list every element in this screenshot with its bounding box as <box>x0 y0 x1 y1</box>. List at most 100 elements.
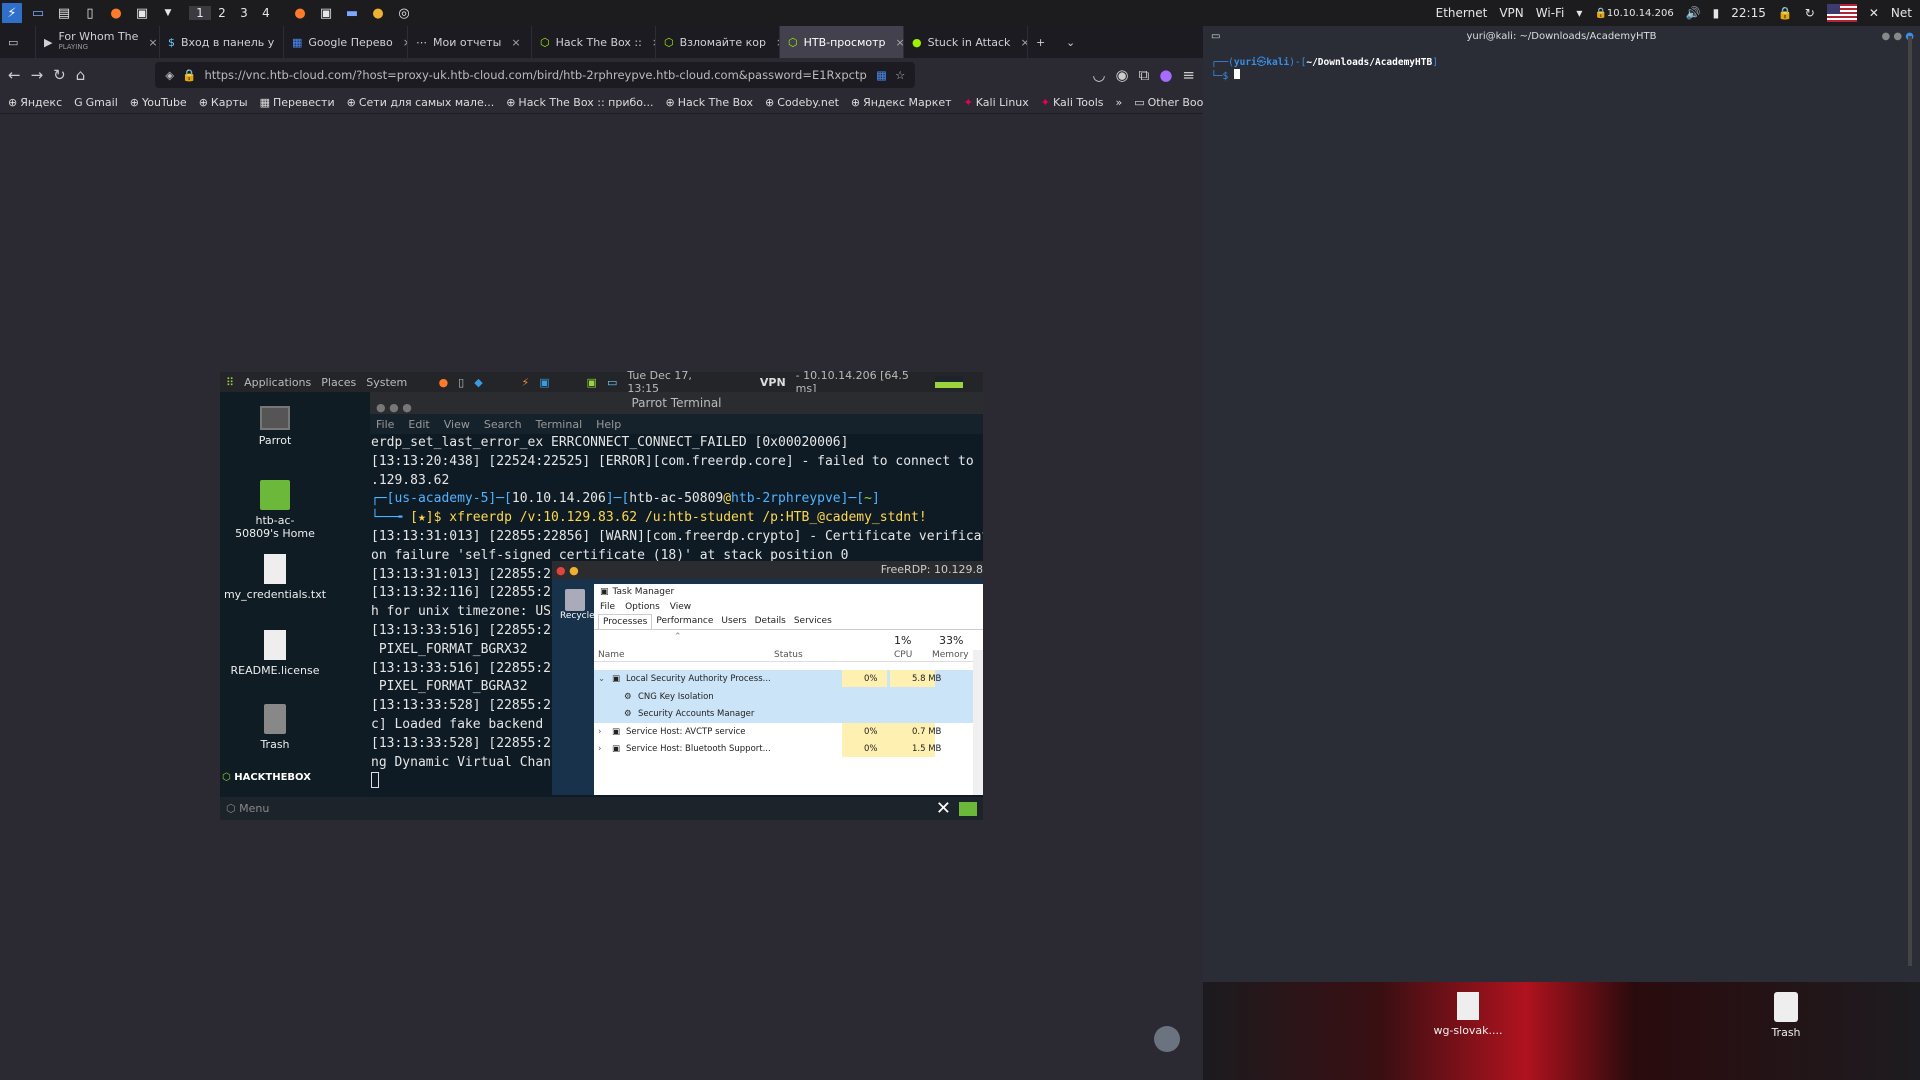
app-icon[interactable]: ▣ <box>539 376 549 389</box>
lock-icon[interactable]: 🔒 <box>1778 6 1793 20</box>
window-icon[interactable]: ▭ <box>607 376 617 389</box>
bookmark-gmail[interactable]: G Gmail <box>74 96 118 109</box>
process-row[interactable]: › ▣ Service Host: Bluetooth Support... 0% 1… <box>594 740 983 758</box>
chevron-down-icon[interactable]: ▼ <box>158 3 178 23</box>
task-manager-window[interactable]: ▣ Task Manager File Options View Processe… <box>594 584 983 795</box>
tab-list-icon[interactable]: ▭ <box>0 26 36 58</box>
shield-icon[interactable]: ◈ <box>165 68 174 82</box>
forward-icon[interactable]: → <box>31 66 44 84</box>
home-icon[interactable]: ⌂ <box>76 66 86 84</box>
tm-menu-view[interactable]: View <box>670 602 691 612</box>
close-icon[interactable]: × <box>896 36 904 49</box>
workspace-3[interactable]: 3 <box>233 6 255 20</box>
desktop-icon-credentials[interactable]: my_credentials.txt <box>210 554 340 601</box>
extensions-icon[interactable]: ⧉ <box>1139 66 1150 84</box>
col-name[interactable]: Name <box>598 650 625 660</box>
task-window-icon[interactable]: ▬ <box>342 3 362 23</box>
profile-icon[interactable]: ● <box>1159 66 1172 84</box>
url-bar[interactable]: ◈ 🔒 https://vnc.htb-cloud.com/?host=prox… <box>155 62 916 88</box>
mute-icon[interactable]: ✕ <box>1869 6 1879 20</box>
tab-htb[interactable]: ⬡Hack The Box ::× <box>532 26 656 58</box>
net-label[interactable]: Net <box>1891 6 1912 20</box>
bookmark-maps[interactable]: ⊕ Карты <box>199 96 248 109</box>
desktop-icon-parrot[interactable]: Parrot <box>210 406 340 447</box>
volume-icon[interactable]: 🔊 <box>1686 6 1701 20</box>
process-row[interactable]: ⚙ CNG Key Isolation <box>594 687 983 705</box>
col-memory[interactable]: Memory <box>932 650 969 660</box>
more-bookmarks-icon[interactable]: » <box>1115 96 1122 109</box>
workspace-1[interactable]: 1 <box>189 6 211 20</box>
tab-processes[interactable]: Processes <box>598 614 653 629</box>
tab-details[interactable]: Details <box>751 614 790 629</box>
ethernet-label[interactable]: Ethernet <box>1436 6 1488 20</box>
app-icon[interactable] <box>1154 1026 1180 1052</box>
refresh-icon[interactable]: ↻ <box>1805 6 1815 20</box>
desktop-icon-readme[interactable]: README.license <box>210 630 340 677</box>
bookmark-htb-tools[interactable]: ⊕ Hack The Box :: прибо... <box>506 96 653 109</box>
recycle-bin[interactable]: Recycle <box>560 589 595 621</box>
tab-music[interactable]: ▶ For Whom The PLAYING × <box>36 26 160 58</box>
close-icon[interactable]: × <box>511 36 520 49</box>
desktop-file-wg-slovak[interactable]: wg-slovak.... <box>1423 992 1513 1037</box>
wifi-icon[interactable]: ▾ <box>1576 6 1582 20</box>
bookmark-codeby[interactable]: ⊕ Codeby.net <box>765 96 839 109</box>
wifi-label[interactable]: Wi-Fi <box>1536 6 1565 20</box>
tab-reports[interactable]: ⋯ Мои отчеты × <box>408 26 532 58</box>
desktop-icon-home[interactable]: htb-ac-50809's Home <box>210 480 340 540</box>
url-text[interactable]: https://vnc.htb-cloud.com/?host=proxy-uk… <box>204 68 868 82</box>
close-icon[interactable]: × <box>148 36 157 49</box>
col-cpu[interactable]: CPU <box>894 650 912 660</box>
firefox-icon[interactable]: ● <box>106 3 126 23</box>
menu-places[interactable]: Places <box>321 376 356 389</box>
reload-icon[interactable]: ↻ <box>53 66 66 84</box>
terminal-menu-view[interactable]: View <box>444 418 470 431</box>
menu-applications[interactable]: Applications <box>244 376 311 389</box>
window-controls[interactable]: ● ● <box>556 562 579 580</box>
kali-menu-icon[interactable]: ⚡ <box>2 3 22 23</box>
new-tab-button[interactable]: + <box>1028 26 1058 58</box>
kali-terminal-window[interactable]: ▭ yuri@kali: ~/Downloads/AcademyHTB ● ● … <box>1203 26 1920 982</box>
tab-htb-view[interactable]: ⬡ HTB-просмотр × <box>780 26 904 58</box>
tab-panel[interactable]: $Вход в панель у× <box>160 26 284 58</box>
process-row[interactable]: ⚙ Security Accounts Manager <box>594 705 983 723</box>
desktop-icon-trash[interactable]: Trash <box>210 704 340 751</box>
pocket-icon[interactable]: ◡ <box>1092 66 1105 84</box>
task-terminal-icon[interactable]: ▣ <box>316 3 336 23</box>
translate-icon[interactable]: ▦ <box>876 68 887 82</box>
bookmark-kali-tools[interactable]: ✦ Kali Tools <box>1041 96 1104 109</box>
apps-grid-icon[interactable]: ⠿ <box>226 376 234 389</box>
tab-performance[interactable]: Performance <box>652 614 717 629</box>
workspace-2[interactable]: 2 <box>211 6 233 20</box>
bookmark-yandex[interactable]: ⊕ Яндекс <box>8 96 62 109</box>
task-firefox-icon[interactable]: ● <box>290 3 310 23</box>
scrollbar[interactable] <box>1908 36 1912 966</box>
menu-system[interactable]: System <box>366 376 407 389</box>
process-row[interactable]: ⌄ ▣ Local Security Authority Process... 0%… <box>594 670 983 688</box>
task-settings-icon[interactable]: ◎ <box>394 3 414 23</box>
desktop-trash[interactable]: Trash <box>1741 992 1831 1039</box>
terminal-menu-file[interactable]: File <box>376 418 394 431</box>
vpn-label[interactable]: VPN <box>1499 6 1523 20</box>
ublock-icon[interactable]: ◉ <box>1116 66 1129 84</box>
window-controls[interactable]: ● ● ● <box>376 397 412 419</box>
clock[interactable]: 22:15 <box>1731 6 1766 20</box>
tab-hack-corp[interactable]: ⬡Взломайте кор× <box>656 26 780 58</box>
workspace-4[interactable]: 4 <box>255 6 277 20</box>
col-status[interactable]: Status <box>774 650 803 660</box>
terminal-icon[interactable]: ▣ <box>587 376 597 389</box>
tab-google-translate[interactable]: ▦Google Перево× <box>284 26 408 58</box>
bookmark-youtube[interactable]: ⊕ YouTube <box>130 96 187 109</box>
bookmark-kali-linux[interactable]: ✦ Kali Linux <box>964 96 1029 109</box>
close-icon[interactable]: × <box>1020 36 1027 49</box>
scrollbar[interactable] <box>973 650 983 795</box>
text-editor-icon[interactable]: ▯ <box>458 376 464 389</box>
close-icon[interactable]: ✕ <box>936 798 951 819</box>
kali-terminal-output[interactable]: ┌──(yuri㉿kali)-[~/Downloads/AcademyHTB] … <box>1203 48 1920 83</box>
tm-menu-options[interactable]: Options <box>625 602 660 612</box>
bookmark-star-icon[interactable]: ☆ <box>895 68 905 82</box>
bookmark-yandex-market[interactable]: ⊕ Яндекс Маркет <box>851 96 952 109</box>
menu-icon[interactable]: ≡ <box>1182 66 1195 84</box>
terminal-menu-edit[interactable]: Edit <box>408 418 429 431</box>
back-icon[interactable]: ← <box>8 66 21 84</box>
terminal-icon[interactable]: ▣ <box>132 3 152 23</box>
